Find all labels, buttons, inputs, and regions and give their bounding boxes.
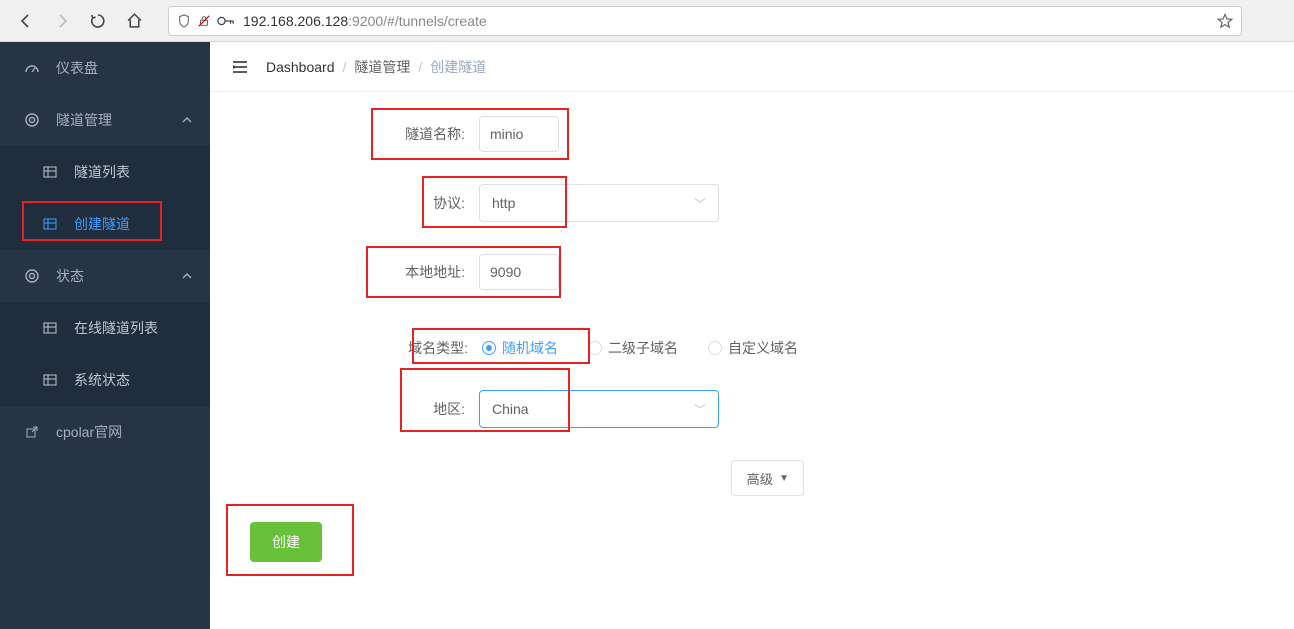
protocol-value: http	[492, 195, 515, 211]
protocol-select[interactable]: http ﹀	[479, 184, 719, 222]
chevron-down-icon: ﹀	[694, 195, 706, 212]
chevron-down-icon: ﹀	[694, 401, 706, 418]
sidebar-item-dashboard[interactable]: 仪表盘	[0, 42, 210, 94]
create-button[interactable]: 创建	[250, 522, 322, 562]
sidebar-label: 隧道列表	[74, 162, 130, 182]
gauge-icon	[22, 58, 42, 78]
sidebar-item-create-tunnel[interactable]: 创建隧道	[0, 198, 210, 250]
sidebar-item-tunnel-list[interactable]: 隧道列表	[0, 146, 210, 198]
sidebar-item-online-tunnels[interactable]: 在线隧道列表	[0, 302, 210, 354]
breadcrumb: Dashboard / 隧道管理 / 创建隧道	[266, 57, 486, 77]
sidebar-label: 系统状态	[74, 370, 130, 390]
breadcrumb-create-tunnel: 创建隧道	[430, 57, 486, 77]
circle-icon	[22, 110, 42, 130]
url-text: 192.168.206.128:9200/#/tunnels/create	[243, 13, 1217, 29]
region-select[interactable]: China ﹀	[479, 390, 719, 428]
local-addr-input[interactable]	[479, 254, 559, 290]
region-value: China	[492, 401, 529, 417]
advanced-button[interactable]: 高级 ▼	[731, 460, 804, 496]
radio-unchecked-icon	[588, 341, 602, 355]
url-bar[interactable]: 192.168.206.128:9200/#/tunnels/create	[168, 6, 1242, 36]
home-button[interactable]	[120, 7, 148, 35]
sidebar-toggle-icon[interactable]	[230, 57, 250, 77]
sidebar: 仪表盘 隧道管理 隧道列表 创建隧道 状态 在线隧道列表	[0, 42, 210, 629]
table-icon	[40, 214, 60, 234]
chevron-up-icon	[182, 115, 192, 125]
sidebar-label: 创建隧道	[74, 214, 130, 234]
table-icon	[40, 162, 60, 182]
sidebar-label: 状态	[56, 266, 84, 286]
caret-down-icon: ▼	[779, 473, 789, 484]
table-icon	[40, 318, 60, 338]
breadcrumb-tunnel-mgmt: 隧道管理	[354, 57, 410, 77]
nav-back-button[interactable]	[12, 7, 40, 35]
table-icon	[40, 370, 60, 390]
circle-icon	[22, 266, 42, 286]
external-link-icon	[22, 422, 42, 442]
shield-icon	[177, 14, 191, 28]
radio-random-domain[interactable]: 随机域名	[482, 338, 558, 358]
chevron-up-icon	[182, 271, 192, 281]
radio-subdomain[interactable]: 二级子域名	[588, 338, 678, 358]
nav-forward-button[interactable]	[48, 7, 76, 35]
reload-button[interactable]	[84, 7, 112, 35]
bookmark-star-icon[interactable]	[1217, 13, 1233, 29]
sidebar-item-tunnel-mgmt[interactable]: 隧道管理	[0, 94, 210, 146]
sidebar-label: 在线隧道列表	[74, 318, 158, 338]
radio-checked-icon	[482, 341, 496, 355]
radio-custom-domain[interactable]: 自定义域名	[708, 338, 798, 358]
radio-unchecked-icon	[708, 341, 722, 355]
sidebar-label: cpolar官网	[56, 422, 122, 442]
key-icon	[217, 14, 235, 28]
breadcrumb-dashboard[interactable]: Dashboard	[266, 59, 335, 75]
protocol-label: 协议:	[404, 193, 479, 213]
domain-type-label: 域名类型:	[394, 338, 482, 358]
region-label: 地区:	[404, 399, 479, 419]
lock-slash-icon	[197, 14, 211, 28]
sidebar-label: 仪表盘	[56, 58, 98, 78]
tunnel-name-label: 隧道名称:	[379, 124, 479, 144]
sidebar-item-system-status[interactable]: 系统状态	[0, 354, 210, 406]
local-addr-label: 本地地址:	[379, 262, 479, 282]
sidebar-item-status[interactable]: 状态	[0, 250, 210, 302]
sidebar-item-cpolar-site[interactable]: cpolar官网	[0, 406, 210, 458]
tunnel-name-input[interactable]	[479, 116, 559, 152]
sidebar-label: 隧道管理	[56, 110, 112, 130]
